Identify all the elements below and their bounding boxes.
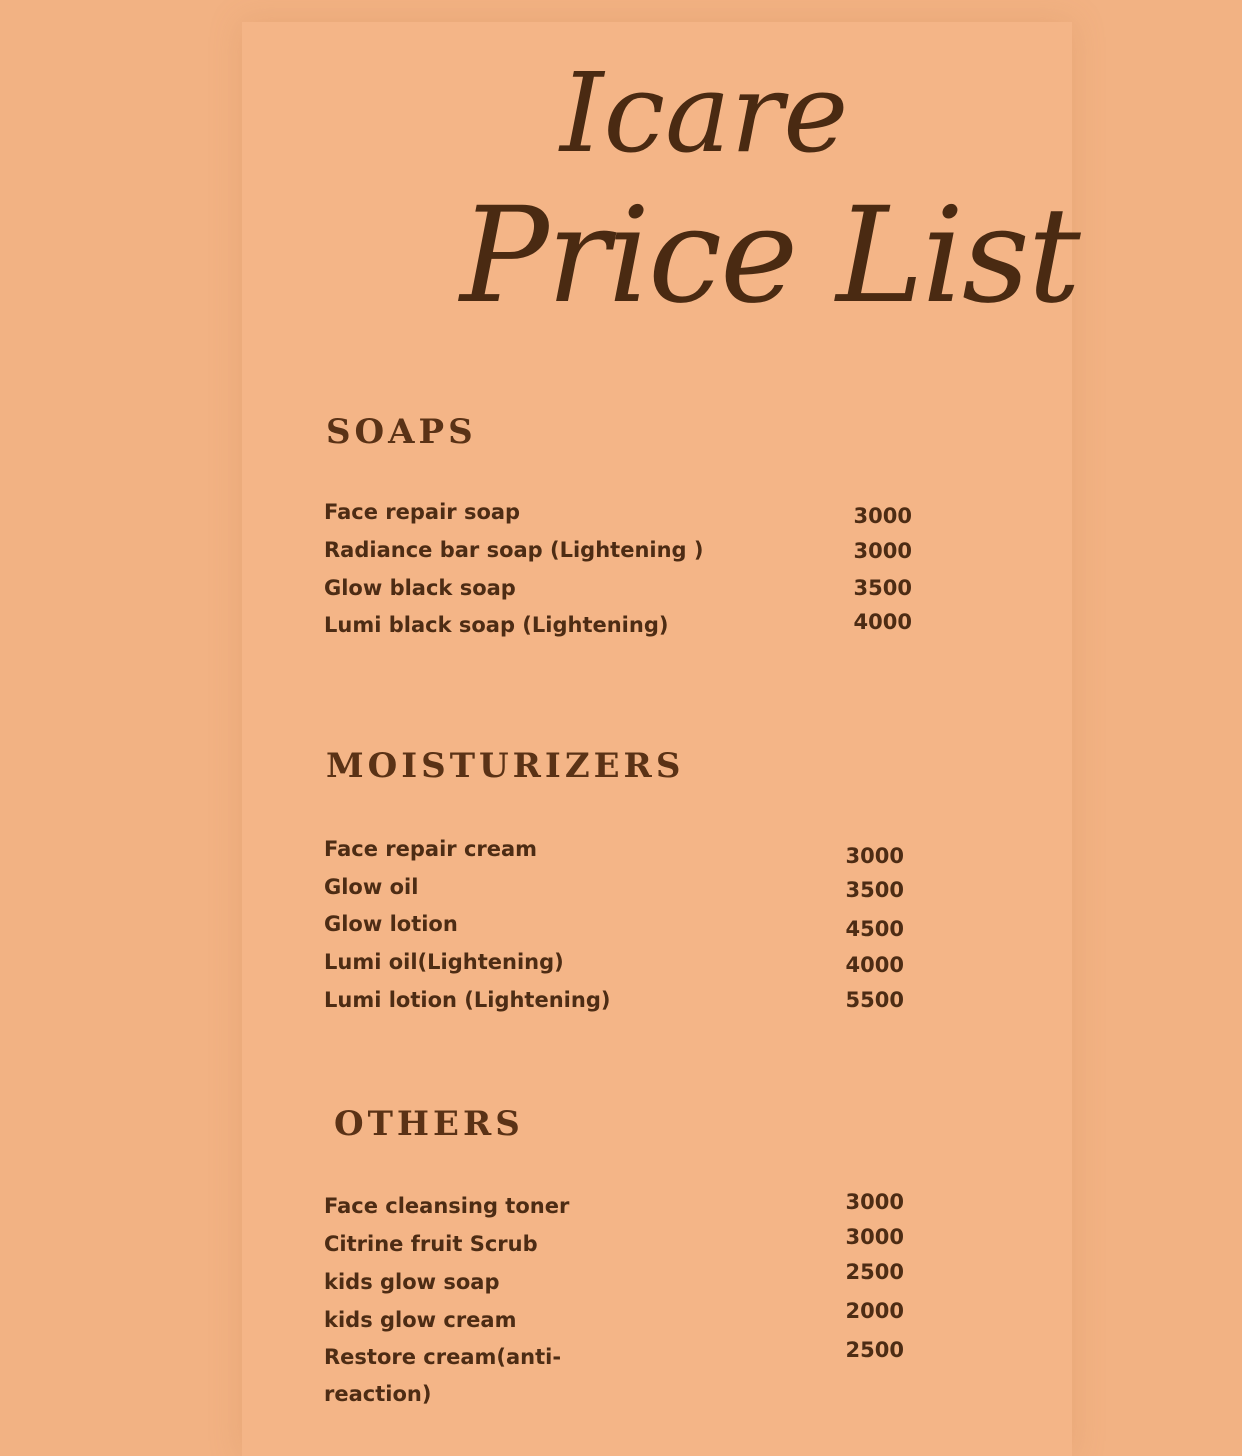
list-item-name: Face repair cream [324,837,538,861]
list-item-price: 3500 [853,576,912,600]
list-item-price: 3000 [853,504,912,528]
list-item-price: 4000 [845,953,904,977]
list-item-price: 2000 [845,1299,904,1323]
section-title-moisturizers: MOISTURIZERS [326,746,685,786]
list-item-price: 3000 [845,844,904,868]
list-item-name: Glow black soap [324,576,516,600]
list-item-price: 2500 [845,1338,904,1362]
list-item-name: Glow lotion [324,912,458,936]
list-item-name: Lumi black soap (Lightening) [324,613,669,637]
list-item-price: 5500 [845,988,904,1012]
brand-logo: Icare [560,49,849,177]
list-item-price: 3000 [845,1225,904,1249]
list-item-name: Radiance bar soap (Lightening ) [324,538,704,562]
list-item-name: Face cleansing toner [324,1194,570,1218]
list-item-price: 2500 [845,1260,904,1284]
list-item-name: Lumi oil(Lightening) [324,950,564,974]
page-title: Price List [460,179,1081,333]
section-title-soaps: SOAPS [326,412,477,452]
list-item-name-continued: reaction) [324,1382,432,1406]
list-item-price: 4000 [853,610,912,634]
list-item-price: 3000 [853,539,912,563]
list-item-name: kids glow cream [324,1308,517,1332]
list-item-name: Citrine fruit Scrub [324,1232,538,1256]
list-item-price: 3000 [845,1190,904,1214]
list-item-price: 4500 [845,917,904,941]
list-item-name: Glow oil [324,875,419,899]
section-title-others: OTHERS [334,1104,524,1144]
list-item-name: Lumi lotion (Lightening) [324,988,611,1012]
list-item-name: Face repair soap [324,500,521,524]
list-item-name: Restore cream(anti- [324,1345,562,1369]
list-item-name: kids glow soap [324,1270,500,1294]
list-item-price: 3500 [845,878,904,902]
